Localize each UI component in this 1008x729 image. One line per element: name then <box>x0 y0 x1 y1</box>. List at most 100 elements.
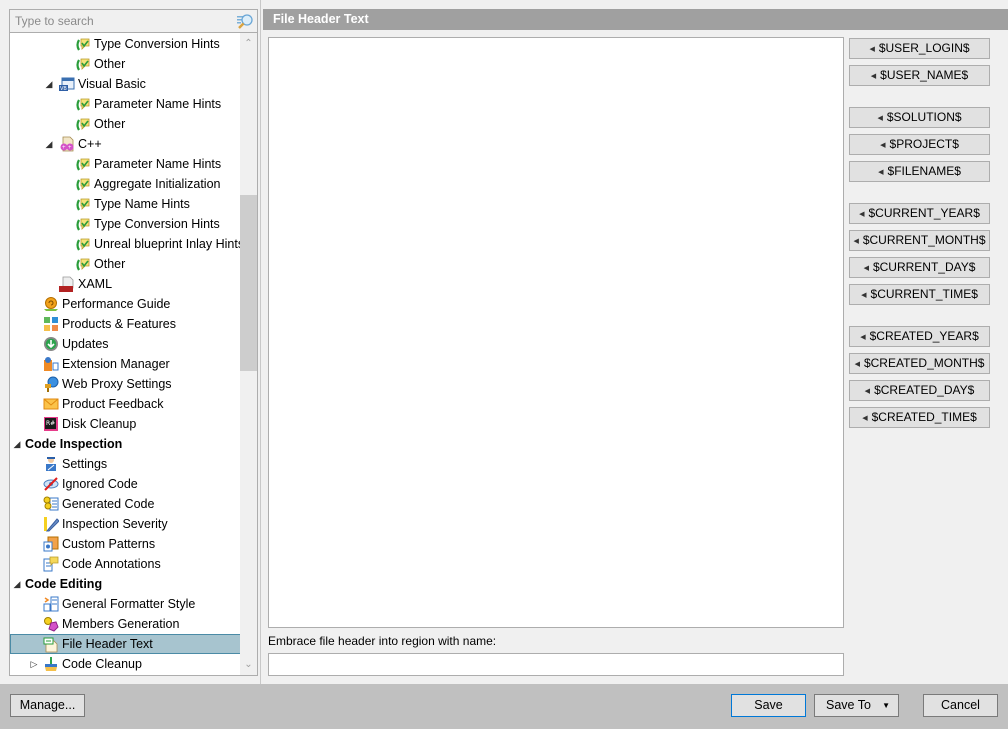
macro-label: $CURRENT_DAY$ <box>872 260 976 274</box>
tree-item[interactable]: Products & Features <box>10 314 241 334</box>
insert-macro-button[interactable]: ◀ $PROJECT$ <box>849 134 990 155</box>
tree-item[interactable]: Type Conversion Hints <box>10 214 241 234</box>
tree-item[interactable]: Type Name Hints <box>10 194 241 214</box>
tree-item[interactable]: ◢ + + C++ <box>10 134 241 154</box>
tree-item-label: Custom Patterns <box>62 537 156 551</box>
tree-item[interactable]: Code Annotations <box>10 554 241 574</box>
tree-item[interactable]: Other <box>10 114 241 134</box>
insert-macro-button[interactable]: ◀ $FILENAME$ <box>849 161 990 182</box>
tree-item[interactable]: ◢ VB Visual Basic <box>10 74 241 94</box>
macro-label: $SOLUTION$ <box>886 110 962 124</box>
tree-item-label: Code Inspection <box>25 437 123 451</box>
tree-item[interactable]: Product Feedback <box>10 394 241 414</box>
insert-arrow-icon: ◀ <box>880 142 886 149</box>
tree-item[interactable]: Parameter Name Hints <box>10 154 241 174</box>
macro-label: $CURRENT_TIME$ <box>870 287 978 301</box>
tree-item[interactable]: File Header Text <box>10 634 241 654</box>
tree-item-label: Extension Manager <box>62 357 170 371</box>
tree-item[interactable]: Parameter Name Hints <box>10 94 241 114</box>
insert-arrow-icon: ◀ <box>863 265 869 272</box>
inspector-icon <box>43 456 59 472</box>
insert-macro-button[interactable]: ◀ $CREATED_YEAR$ <box>849 326 990 347</box>
cpp-icon: + + <box>59 136 75 152</box>
tree-item[interactable]: XAML <box>10 274 241 294</box>
region-name-input[interactable] <box>268 653 844 676</box>
macro-label: $CREATED_YEAR$ <box>869 329 979 343</box>
tree-item[interactable]: General Formatter Style <box>10 594 241 614</box>
tree-item[interactable]: R# Disk Cleanup <box>10 414 241 434</box>
tree-item[interactable]: Performance Guide <box>10 294 241 314</box>
inlay-hints-icon <box>75 196 91 212</box>
tree-item[interactable]: ▷ Code Cleanup <box>10 654 241 674</box>
tree-item[interactable]: ◢ Code Editing <box>10 574 241 594</box>
products-icon <box>43 316 59 332</box>
insert-macro-button[interactable]: ◀ $CREATED_TIME$ <box>849 407 990 428</box>
tree-item-label: XAML <box>78 277 113 291</box>
inlay-hints-icon <box>75 96 91 112</box>
tree-scrollbar[interactable]: ⌃ ⌄ <box>240 33 257 675</box>
panel-splitter[interactable] <box>260 0 261 684</box>
tree-item[interactable]: Other <box>10 54 241 74</box>
tree-item-label: Type Conversion Hints <box>94 217 220 231</box>
page-title: File Header Text <box>263 9 1008 30</box>
insert-macro-button[interactable]: ◀ $CURRENT_MONTH$ <box>849 230 990 251</box>
insert-macro-button[interactable]: ◀ $CURRENT_DAY$ <box>849 257 990 278</box>
extension-icon <box>43 356 59 372</box>
insert-arrow-icon: ◀ <box>860 334 866 341</box>
insert-macro-button[interactable]: ◀ $CREATED_MONTH$ <box>849 353 990 374</box>
save-button[interactable]: Save <box>731 694 806 717</box>
insert-macro-button[interactable]: ◀ $CURRENT_YEAR$ <box>849 203 990 224</box>
tree-item-label: Inspection Severity <box>62 517 168 531</box>
insert-macro-button[interactable]: ◀ $CURRENT_TIME$ <box>849 284 990 305</box>
tree-item-label: Settings <box>62 457 108 471</box>
tree-item[interactable]: Unreal blueprint Inlay Hints <box>10 234 244 254</box>
tree-item[interactable]: Web Proxy Settings <box>10 374 241 394</box>
tree-item[interactable]: Custom Patterns <box>10 534 241 554</box>
tree-item[interactable]: Aggregate Initialization <box>10 174 241 194</box>
region-name-label: Embrace file header into region with nam… <box>268 634 497 648</box>
insert-macro-button[interactable]: ◀ $CREATED_DAY$ <box>849 380 990 401</box>
insert-arrow-icon: ◀ <box>854 361 860 368</box>
search-icon[interactable] <box>236 13 254 29</box>
tree-item[interactable]: Settings <box>10 454 241 474</box>
scroll-up-arrow-icon[interactable]: ⌃ <box>240 35 257 52</box>
eye-crossed-icon <box>43 476 59 492</box>
manage-button[interactable]: Manage... <box>10 694 85 717</box>
tree-item-label: Other <box>94 117 126 131</box>
tree-item[interactable]: Inspection Severity <box>10 514 241 534</box>
file-header-editor[interactable] <box>268 37 844 628</box>
tree-item-label: Code Cleanup <box>62 657 142 671</box>
inlay-hints-icon <box>75 56 91 72</box>
download-icon <box>43 336 59 352</box>
tree-item[interactable]: Other <box>10 254 241 274</box>
tree-item-label: Code Annotations <box>62 557 161 571</box>
expanded-arrow-icon[interactable]: ◢ <box>12 574 22 594</box>
insert-macro-button[interactable]: ◀ $SOLUTION$ <box>849 107 990 128</box>
tree-item-label: Web Proxy Settings <box>62 377 172 391</box>
file-header-icon <box>43 637 59 653</box>
tree-item-label: Parameter Name Hints <box>94 157 222 171</box>
tree-item[interactable]: ◢ Code Inspection <box>10 434 241 454</box>
tree-item[interactable]: Members Generation <box>10 614 241 634</box>
scrollbar-thumb[interactable] <box>240 195 257 371</box>
tree-item-label: Code Editing <box>25 577 103 591</box>
tree-item[interactable]: Generated Code <box>10 494 241 514</box>
expanded-arrow-icon[interactable]: ◢ <box>12 434 22 454</box>
insert-macro-button[interactable]: ◀ $USER_NAME$ <box>849 65 990 86</box>
expanded-arrow-icon[interactable]: ◢ <box>44 74 54 94</box>
macro-label: $CREATED_MONTH$ <box>863 356 985 370</box>
tree-item[interactable]: Updates <box>10 334 241 354</box>
tree-item[interactable]: Ignored Code <box>10 474 241 494</box>
snail-icon <box>43 296 59 312</box>
scroll-down-arrow-icon[interactable]: ⌄ <box>240 656 257 673</box>
tree-item[interactable]: Extension Manager <box>10 354 241 374</box>
save-to-button[interactable]: Save To ▼ <box>814 694 899 717</box>
tree-item[interactable]: Type Conversion Hints <box>10 34 241 54</box>
expanded-arrow-icon[interactable]: ◢ <box>44 134 54 154</box>
search-input[interactable] <box>10 10 230 32</box>
insert-macro-button[interactable]: ◀ $USER_LOGIN$ <box>849 38 990 59</box>
collapsed-arrow-icon[interactable]: ▷ <box>29 654 39 674</box>
cancel-button[interactable]: Cancel <box>923 694 998 717</box>
save-to-label: Save To <box>826 698 871 712</box>
macro-label: $CURRENT_YEAR$ <box>868 206 980 220</box>
